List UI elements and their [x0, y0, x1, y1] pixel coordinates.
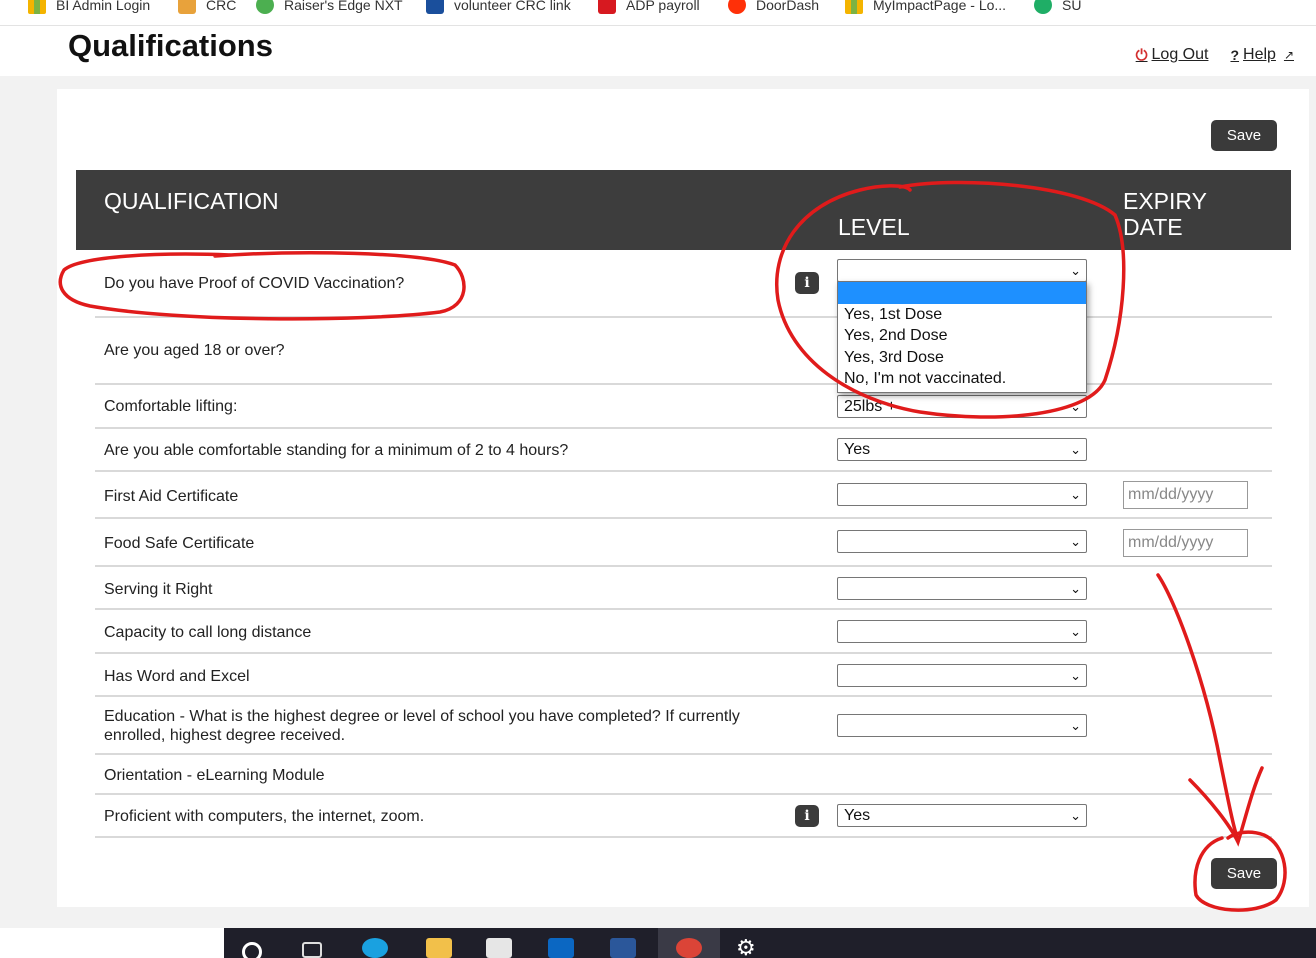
table-row-computers: i Proficient with computers, the interne… [95, 795, 1272, 838]
raisers-edge-icon [256, 0, 274, 14]
task-view-icon[interactable] [302, 942, 322, 958]
row-label: Are you aged 18 or over? [104, 342, 285, 359]
column-qualification: QUALIFICATION [104, 188, 279, 214]
bookmark-su[interactable]: SU [1034, 0, 1081, 16]
store-icon[interactable] [486, 938, 512, 958]
row-label: Capacity to call long distance [104, 624, 312, 641]
word-icon[interactable] [610, 938, 636, 958]
save-button-top[interactable]: Save [1211, 120, 1277, 151]
chevron-down-icon: ⌄ [1070, 624, 1081, 639]
chevron-down-icon: ⌄ [1070, 442, 1081, 457]
chevron-down-icon: ⌄ [1070, 399, 1081, 414]
covid-vaccination-select[interactable]: ⌄ [837, 259, 1087, 282]
table-row-serving: Serving it Right ⌄ [95, 567, 1272, 610]
bookmark-raisers-edge[interactable]: Raiser's Edge NXT [256, 0, 403, 16]
info-icon[interactable]: i [795, 805, 819, 827]
help-link[interactable]: ? Help ↗ [1230, 46, 1294, 64]
row-label: Orientation - eLearning Module [104, 767, 325, 784]
chevron-down-icon: ⌄ [1070, 534, 1081, 549]
long-distance-select[interactable]: ⌄ [837, 620, 1087, 643]
chevron-down-icon: ⌄ [1070, 581, 1081, 596]
row-label: Proficient with computers, the internet,… [104, 808, 425, 825]
row-label: First Aid Certificate [104, 488, 239, 505]
chevron-down-icon: ⌄ [1070, 487, 1081, 502]
adp-icon [598, 0, 616, 14]
education-select[interactable]: ⌄ [837, 714, 1087, 737]
option-1st-dose[interactable]: Yes, 1st Dose [838, 304, 1086, 326]
power-icon: ⏻ [1135, 46, 1148, 64]
covid-vaccination-options: Yes, 1st Dose Yes, 2nd Dose Yes, 3rd Dos… [837, 281, 1087, 393]
table-row-education: Education - What is the highest degree o… [95, 697, 1272, 755]
save-button-bottom[interactable]: Save [1211, 858, 1277, 889]
row-label: Do you have Proof of COVID Vaccination? [104, 275, 405, 292]
external-link-icon: ↗ [1283, 48, 1294, 62]
bookmark-doordash[interactable]: DoorDash [728, 0, 819, 16]
bookmark-myimpactpage[interactable]: MyImpactPage - Lo... [845, 0, 1006, 16]
logout-link[interactable]: ⏻ Log Out [1136, 46, 1209, 64]
taskbar: ⚙ [0, 928, 1316, 958]
table-row-lifting: Comfortable lifting: 25lbs + ⌄ [95, 385, 1272, 429]
bookmark-volunteer-crc[interactable]: volunteer CRC link [426, 0, 571, 16]
bookmark-adp[interactable]: ADP payroll [598, 0, 700, 16]
grid-icon [28, 0, 46, 14]
row-label: Comfortable lifting: [104, 398, 238, 415]
chevron-down-icon: ⌄ [1070, 808, 1081, 823]
table-row-long-distance: Capacity to call long distance ⌄ [95, 610, 1272, 654]
standing-select[interactable]: Yes ⌄ [837, 438, 1087, 461]
chevron-down-icon: ⌄ [1070, 263, 1081, 278]
table-row-first-aid: First Aid Certificate ⌄ mm/dd/yyyy [95, 472, 1272, 519]
table-header: QUALIFICATION LEVEL EXPIRY DATE [76, 170, 1291, 250]
bookmark-crc[interactable]: CRC [178, 0, 236, 16]
row-label: Has Word and Excel [104, 668, 250, 685]
computers-select[interactable]: Yes ⌄ [837, 804, 1087, 827]
row-label: Are you able comfortable standing for a … [104, 442, 569, 459]
bookmark-bi-admin[interactable]: BI Admin Login [28, 0, 150, 16]
lifting-select[interactable]: 25lbs + ⌄ [837, 395, 1087, 418]
edge-icon[interactable] [362, 938, 388, 958]
owl-icon [1034, 0, 1052, 14]
chevron-down-icon: ⌄ [1070, 668, 1081, 683]
option-3rd-dose[interactable]: Yes, 3rd Dose [838, 347, 1086, 369]
column-level: LEVEL [838, 214, 910, 240]
food-safe-expiry-input[interactable]: mm/dd/yyyy [1123, 529, 1248, 557]
crc-icon [426, 0, 444, 14]
crc-icon [178, 0, 196, 14]
page-title: Qualifications [68, 28, 273, 63]
app-icon[interactable] [548, 938, 574, 958]
question-icon: ? [1230, 47, 1240, 63]
info-icon[interactable]: i [795, 272, 819, 294]
chevron-down-icon: ⌄ [1070, 718, 1081, 733]
table-row-standing: Are you able comfortable standing for a … [95, 429, 1272, 472]
option-blank[interactable] [838, 282, 1086, 304]
option-2nd-dose[interactable]: Yes, 2nd Dose [838, 325, 1086, 347]
row-label: Serving it Right [104, 581, 213, 598]
file-explorer-icon[interactable] [426, 938, 452, 958]
search-icon[interactable] [242, 942, 262, 958]
first-aid-expiry-input[interactable]: mm/dd/yyyy [1123, 481, 1248, 509]
serving-select[interactable]: ⌄ [837, 577, 1087, 600]
doordash-icon [728, 0, 746, 14]
header-links: ⏻ Log Out ? Help ↗ [1136, 46, 1294, 64]
chrome-icon [676, 938, 702, 958]
table-row-orientation: Orientation - eLearning Module [95, 755, 1272, 795]
first-aid-select[interactable]: ⌄ [837, 483, 1087, 506]
table-row-word-excel: Has Word and Excel ⌄ [95, 654, 1272, 697]
option-not-vaccinated[interactable]: No, I'm not vaccinated. [838, 368, 1086, 390]
table-row-food-safe: Food Safe Certificate ⌄ mm/dd/yyyy [95, 519, 1272, 567]
row-label: Education - What is the highest degree o… [104, 708, 740, 744]
bookmarks-bar: BI Admin Login CRC Raiser's Edge NXT vol… [0, 0, 1316, 26]
food-safe-select[interactable]: ⌄ [837, 530, 1087, 553]
column-expiry-date: EXPIRY DATE [1123, 188, 1207, 240]
taskbar-apps: ⚙ [224, 928, 1316, 958]
gear-icon[interactable]: ⚙ [736, 937, 762, 958]
row-label: Food Safe Certificate [104, 535, 255, 552]
table-row-covid: Do you have Proof of COVID Vaccination? … [95, 250, 1272, 318]
word-excel-select[interactable]: ⌄ [837, 664, 1087, 687]
grid-icon [845, 0, 863, 14]
page-header: Qualifications ⏻ Log Out ? Help ↗ [0, 26, 1316, 76]
table-row-aged-18: Are you aged 18 or over? ⌄ [95, 318, 1272, 385]
